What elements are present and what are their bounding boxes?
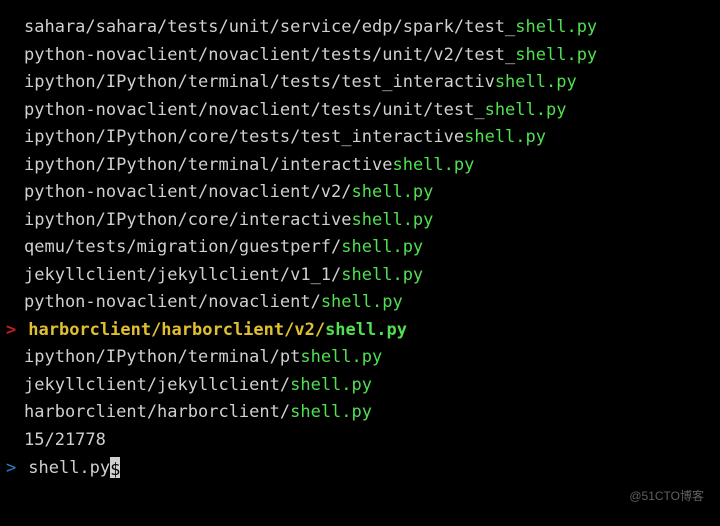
result-path-match: shell.py xyxy=(290,402,372,422)
fzf-results-list: sahara/sahara/tests/unit/service/edp/spa… xyxy=(24,14,714,317)
selected-path-match: shell.py xyxy=(325,320,407,340)
result-path-prefix: python-novaclient/novaclient/v2/ xyxy=(24,182,352,202)
fzf-result-item[interactable]: python-novaclient/novaclient/v2/shell.py xyxy=(24,179,714,207)
result-path-match: shell.py xyxy=(515,45,597,65)
result-path-match: shell.py xyxy=(495,72,577,92)
fzf-result-item[interactable]: python-novaclient/novaclient/tests/unit/… xyxy=(24,42,714,70)
fzf-result-item[interactable]: ipython/IPython/core/interactiveshell.py xyxy=(24,207,714,235)
result-path-match: shell.py xyxy=(300,347,382,367)
result-path-prefix: harborclient/harborclient/ xyxy=(24,402,290,422)
fzf-result-counter: 15/21778 xyxy=(24,427,714,455)
result-path-prefix: ipython/IPython/core/tests/test_interact… xyxy=(24,127,464,147)
fzf-selected-result[interactable]: > harborclient/harborclient/v2/shell.py xyxy=(6,317,714,345)
result-path-prefix: qemu/tests/migration/guestperf/ xyxy=(24,237,341,257)
result-path-match: shell.py xyxy=(392,155,474,175)
fzf-result-item[interactable]: ipython/IPython/terminal/tests/test_inte… xyxy=(24,69,714,97)
result-path-prefix: jekyllclient/jekyllclient/v1_1/ xyxy=(24,265,341,285)
result-path-prefix: ipython/IPython/terminal/interactive xyxy=(24,155,392,175)
fzf-result-item[interactable]: jekyllclient/jekyllclient/shell.py xyxy=(24,372,714,400)
result-path-match: shell.py xyxy=(341,237,423,257)
result-path-prefix: ipython/IPython/terminal/pt xyxy=(24,347,300,367)
fzf-result-item[interactable]: python-novaclient/novaclient/tests/unit/… xyxy=(24,97,714,125)
fzf-result-item[interactable]: ipython/IPython/terminal/ptshell.py xyxy=(24,344,714,372)
fzf-result-item[interactable]: harborclient/harborclient/shell.py xyxy=(24,399,714,427)
result-path-match: shell.py xyxy=(485,100,567,120)
watermark-text: @51CTO博客 xyxy=(629,487,704,506)
selected-path-prefix: harborclient/harborclient/v2/ xyxy=(28,320,325,340)
result-path-match: shell.py xyxy=(321,292,403,312)
prompt-chevron-icon: > xyxy=(6,455,18,483)
result-path-match: shell.py xyxy=(515,17,597,37)
search-query-text: shell.py xyxy=(28,458,110,478)
result-path-prefix: python-novaclient/novaclient/tests/unit/… xyxy=(24,45,515,65)
fzf-result-item[interactable]: python-novaclient/novaclient/shell.py xyxy=(24,289,714,317)
fzf-result-item[interactable]: sahara/sahara/tests/unit/service/edp/spa… xyxy=(24,14,714,42)
result-path-match: shell.py xyxy=(352,182,434,202)
fzf-result-item[interactable]: ipython/IPython/core/tests/test_interact… xyxy=(24,124,714,152)
result-path-match: shell.py xyxy=(464,127,546,147)
result-path-match: shell.py xyxy=(341,265,423,285)
result-path-prefix: ipython/IPython/terminal/tests/test_inte… xyxy=(24,72,495,92)
fzf-result-item[interactable]: qemu/tests/migration/guestperf/shell.py xyxy=(24,234,714,262)
fzf-results-after: ipython/IPython/terminal/ptshell.pyjekyl… xyxy=(24,344,714,427)
selected-chevron-icon: > xyxy=(6,317,18,345)
result-path-match: shell.py xyxy=(290,375,372,395)
result-path-match: shell.py xyxy=(352,210,434,230)
fzf-result-item[interactable]: ipython/IPython/terminal/interactiveshel… xyxy=(24,152,714,180)
fzf-result-item[interactable]: jekyllclient/jekyllclient/v1_1/shell.py xyxy=(24,262,714,290)
fzf-search-prompt[interactable]: > shell.py$ xyxy=(6,455,714,483)
terminal-cursor: $ xyxy=(110,457,120,477)
result-path-prefix: ipython/IPython/core/interactive xyxy=(24,210,352,230)
result-path-prefix: sahara/sahara/tests/unit/service/edp/spa… xyxy=(24,17,515,37)
result-path-prefix: python-novaclient/novaclient/ xyxy=(24,292,321,312)
result-path-prefix: jekyllclient/jekyllclient/ xyxy=(24,375,290,395)
result-path-prefix: python-novaclient/novaclient/tests/unit/… xyxy=(24,100,485,120)
